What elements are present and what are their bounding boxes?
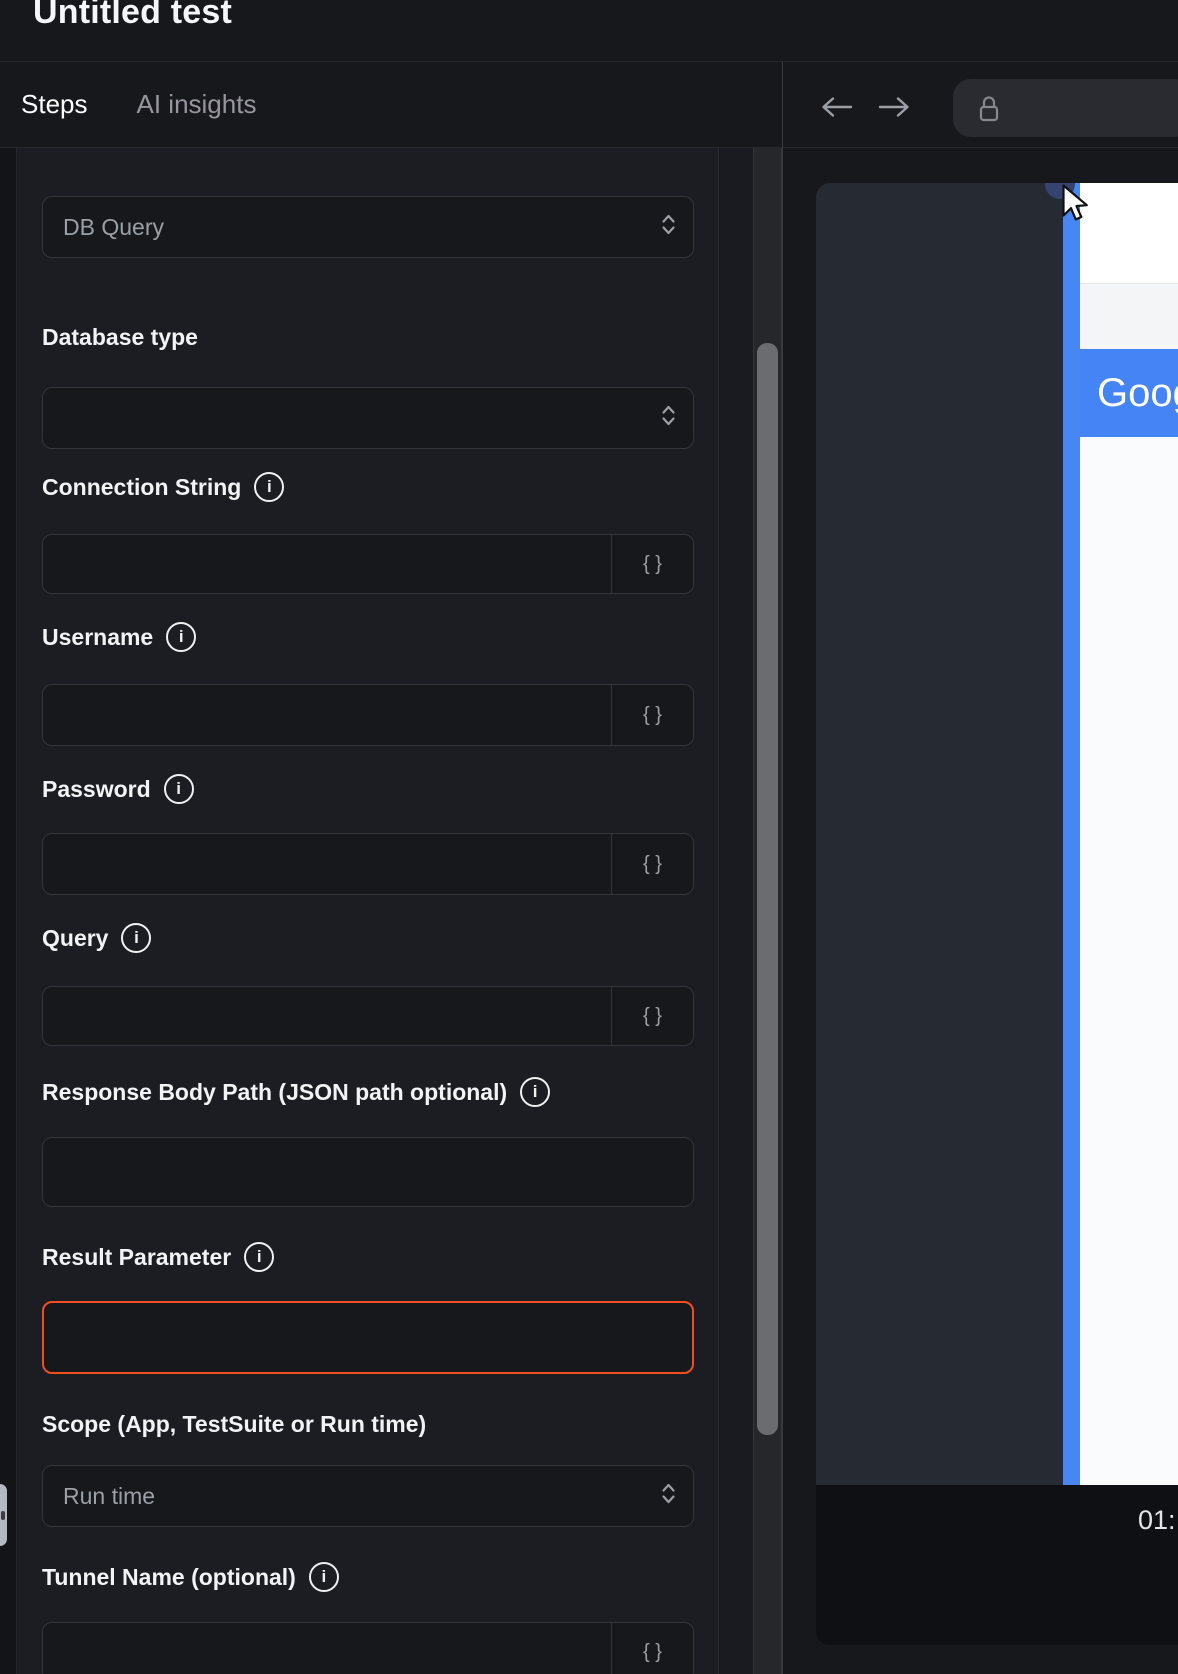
back-button[interactable] — [820, 95, 854, 119]
left-rail — [0, 148, 17, 1674]
username-field: { } — [42, 684, 694, 746]
page-dark-region — [816, 183, 1063, 1485]
info-icon[interactable]: i — [520, 1077, 550, 1107]
page-blue-strip — [1063, 183, 1080, 1485]
tunnel-name-input[interactable] — [43, 1623, 611, 1674]
username-input[interactable] — [43, 685, 611, 745]
step-type-select[interactable]: DB Query — [42, 196, 694, 258]
braces-icon: { } — [643, 1005, 662, 1028]
handle-grip-icon — [1, 1511, 5, 1520]
remote-page-viewport[interactable]: Goog — [816, 183, 1178, 1485]
mouse-cursor-icon — [1062, 184, 1090, 227]
page-title: Untitled test — [33, 0, 232, 32]
tunnel-name-field: { } — [42, 1622, 694, 1674]
scope-value: Run time — [43, 1483, 155, 1510]
database-type-select[interactable] — [42, 387, 694, 449]
connection-string-field: { } — [42, 534, 694, 594]
field-label-connection-string: Connection String i — [42, 472, 693, 502]
response-body-path-textarea[interactable] — [42, 1137, 694, 1207]
scope-select[interactable]: Run time — [42, 1465, 694, 1527]
chevron-updown-icon — [660, 212, 677, 243]
browser-toolbar — [783, 62, 1178, 148]
result-parameter-input[interactable] — [42, 1301, 694, 1374]
query-input[interactable] — [43, 987, 611, 1045]
password-field: { } — [42, 833, 694, 895]
step-type-value: DB Query — [43, 214, 164, 241]
tab-ai-insights[interactable]: AI insights — [137, 89, 257, 120]
remote-browser-card: Goog 01: — [816, 183, 1178, 1645]
field-label-result-parameter: Result Parameter i — [42, 1242, 693, 1272]
expression-button[interactable]: { } — [611, 834, 693, 894]
field-label-query: Query i — [42, 923, 693, 953]
google-header-bar: Goog — [1080, 349, 1178, 437]
info-icon[interactable]: i — [254, 472, 284, 502]
field-label-response-body-path: Response Body Path (JSON path optional) … — [42, 1077, 693, 1107]
expression-button[interactable]: { } — [611, 535, 693, 593]
field-label-password: Password i — [42, 774, 693, 804]
google-header-text: Goog — [1080, 371, 1178, 416]
expression-button[interactable]: { } — [611, 1623, 693, 1674]
info-icon[interactable]: i — [164, 774, 194, 804]
address-bar[interactable] — [953, 79, 1178, 137]
page-gray-band — [1080, 283, 1178, 349]
info-icon[interactable]: i — [244, 1242, 274, 1272]
braces-icon: { } — [643, 853, 662, 876]
lock-icon — [978, 94, 1000, 122]
password-input[interactable] — [43, 834, 611, 894]
tab-bar: Steps AI insights — [0, 62, 782, 148]
arrow-right-icon — [877, 95, 911, 119]
panel-collapse-handle[interactable] — [0, 1484, 7, 1546]
arrow-left-icon — [820, 95, 854, 119]
browser-preview-section: Goog 01: — [783, 148, 1178, 1674]
tab-steps[interactable]: Steps — [21, 89, 88, 120]
expression-button[interactable]: { } — [611, 987, 693, 1045]
window-title-bar: Untitled test — [0, 0, 1178, 62]
braces-icon: { } — [643, 704, 662, 727]
field-label-scope: Scope (App, TestSuite or Run time) — [42, 1409, 693, 1439]
chevron-updown-icon — [660, 403, 677, 434]
forward-button[interactable] — [877, 95, 911, 119]
info-icon[interactable]: i — [309, 1562, 339, 1592]
braces-icon: { } — [643, 1641, 662, 1664]
timestamp: 01: — [1138, 1505, 1176, 1536]
connection-string-input[interactable] — [43, 535, 611, 593]
replay-controls-bar[interactable]: 01: — [816, 1485, 1178, 1645]
info-icon[interactable]: i — [121, 923, 151, 953]
field-label-username: Username i — [42, 622, 693, 652]
query-field: { } — [42, 986, 694, 1046]
braces-icon: { } — [643, 553, 662, 576]
page-right-column: Goog — [1080, 183, 1178, 1485]
chevron-updown-icon — [660, 1481, 677, 1512]
scrollbar-thumb[interactable] — [757, 343, 778, 1435]
field-label-database-type: Database type — [42, 322, 693, 352]
scrollbar-gutter — [720, 148, 753, 1674]
panel-divider — [782, 62, 783, 1674]
field-label-tunnel-name: Tunnel Name (optional) i — [42, 1562, 693, 1592]
expression-button[interactable]: { } — [611, 685, 693, 745]
page-white-header — [1080, 183, 1178, 283]
info-icon[interactable]: i — [166, 622, 196, 652]
step-editor-panel: DB Query Database type Connection String… — [17, 148, 719, 1674]
